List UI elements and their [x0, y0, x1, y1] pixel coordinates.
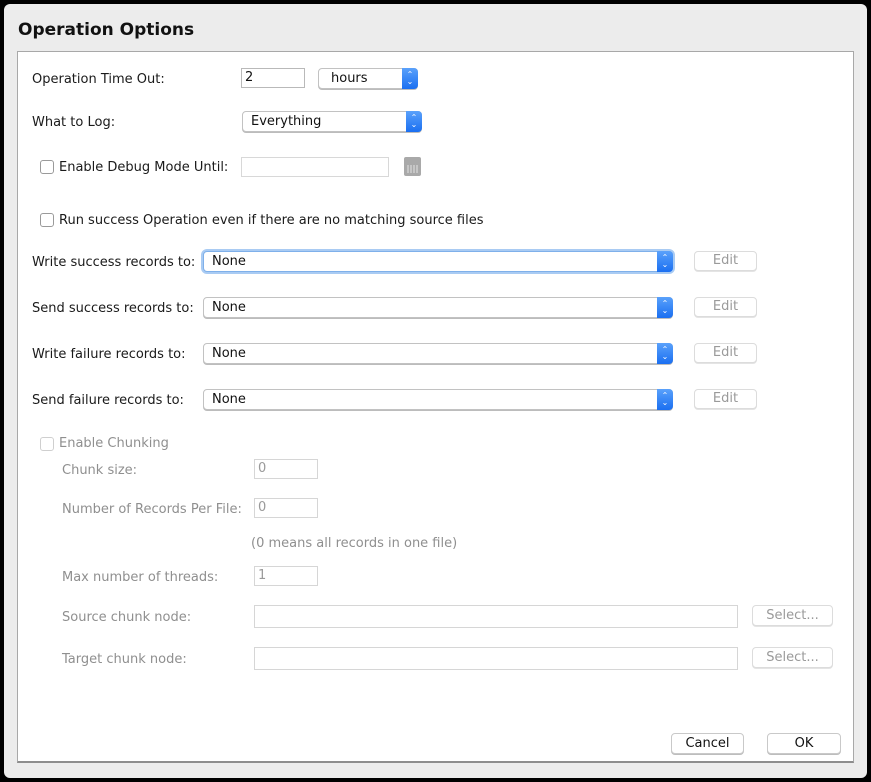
operation-options-dialog: Operation Options Operation Time Out: 2 … [4, 4, 867, 778]
select-arrows-icon: ⌃ ⌄ [657, 251, 673, 272]
source-chunk-select-button[interactable]: Select... [752, 605, 833, 626]
write-success-label: Write success records to: [32, 255, 196, 270]
send-failure-label: Send failure records to: [32, 393, 184, 408]
run-success-label: Run success Operation even if there are … [59, 213, 484, 228]
chunk-size-input[interactable]: 0 [254, 459, 318, 479]
select-arrows-icon: ⌃ ⌄ [406, 111, 422, 132]
write-failure-select[interactable]: None ⌃ ⌄ [203, 343, 673, 364]
send-success-label: Send success records to: [32, 301, 194, 316]
write-success-select[interactable]: None ⌃ ⌄ [203, 251, 673, 272]
enable-chunking-checkbox[interactable] [40, 437, 54, 451]
timeout-value-input[interactable]: 2 [241, 68, 305, 88]
records-per-file-label: Number of Records Per File: [62, 502, 242, 517]
send-success-value: None [212, 300, 246, 315]
target-chunk-node-input[interactable] [254, 647, 738, 670]
debug-date-input[interactable] [241, 157, 389, 177]
calendar-icon[interactable] [404, 157, 421, 176]
select-arrows-icon: ⌃ ⌄ [402, 68, 418, 89]
select-arrows-icon: ⌃ ⌄ [657, 343, 673, 364]
send-failure-select[interactable]: None ⌃ ⌄ [203, 389, 673, 410]
send-failure-value: None [212, 392, 246, 407]
max-threads-label: Max number of threads: [62, 570, 219, 585]
log-label: What to Log: [32, 115, 116, 130]
log-level-select[interactable]: Everything ⌃ ⌄ [242, 111, 422, 132]
write-failure-value: None [212, 346, 246, 361]
send-failure-edit-button[interactable]: Edit [694, 389, 757, 409]
write-failure-edit-button[interactable]: Edit [694, 343, 757, 363]
records-per-file-note: (0 means all records in one file) [251, 536, 458, 551]
send-success-edit-button[interactable]: Edit [694, 297, 757, 317]
timeout-label: Operation Time Out: [32, 72, 165, 87]
source-chunk-node-label: Source chunk node: [62, 610, 192, 625]
chunk-size-label: Chunk size: [62, 463, 138, 478]
debug-mode-checkbox[interactable] [40, 160, 54, 174]
dialog-title: Operation Options [18, 20, 195, 40]
enable-chunking-label: Enable Chunking [59, 436, 169, 451]
select-arrows-icon: ⌃ ⌄ [657, 297, 673, 318]
select-arrows-icon: ⌃ ⌄ [657, 389, 673, 410]
write-failure-label: Write failure records to: [32, 347, 186, 362]
target-chunk-select-button[interactable]: Select... [752, 647, 833, 668]
cancel-button[interactable]: Cancel [671, 733, 744, 754]
timeout-unit-select[interactable]: hours ⌃ ⌄ [318, 68, 418, 89]
records-per-file-input[interactable]: 0 [254, 498, 318, 518]
write-success-edit-button[interactable]: Edit [694, 251, 757, 271]
log-level-value: Everything [251, 114, 322, 129]
run-success-checkbox[interactable] [40, 213, 54, 227]
debug-mode-label: Enable Debug Mode Until: [59, 160, 229, 175]
timeout-unit-value: hours [331, 71, 368, 86]
send-success-select[interactable]: None ⌃ ⌄ [203, 297, 673, 318]
write-success-value: None [212, 254, 246, 269]
max-threads-input[interactable]: 1 [254, 566, 318, 586]
source-chunk-node-input[interactable] [254, 605, 738, 628]
target-chunk-node-label: Target chunk node: [62, 652, 187, 667]
options-panel: Operation Time Out: 2 hours ⌃ ⌄ What to L… [17, 51, 854, 763]
ok-button[interactable]: OK [767, 733, 841, 754]
